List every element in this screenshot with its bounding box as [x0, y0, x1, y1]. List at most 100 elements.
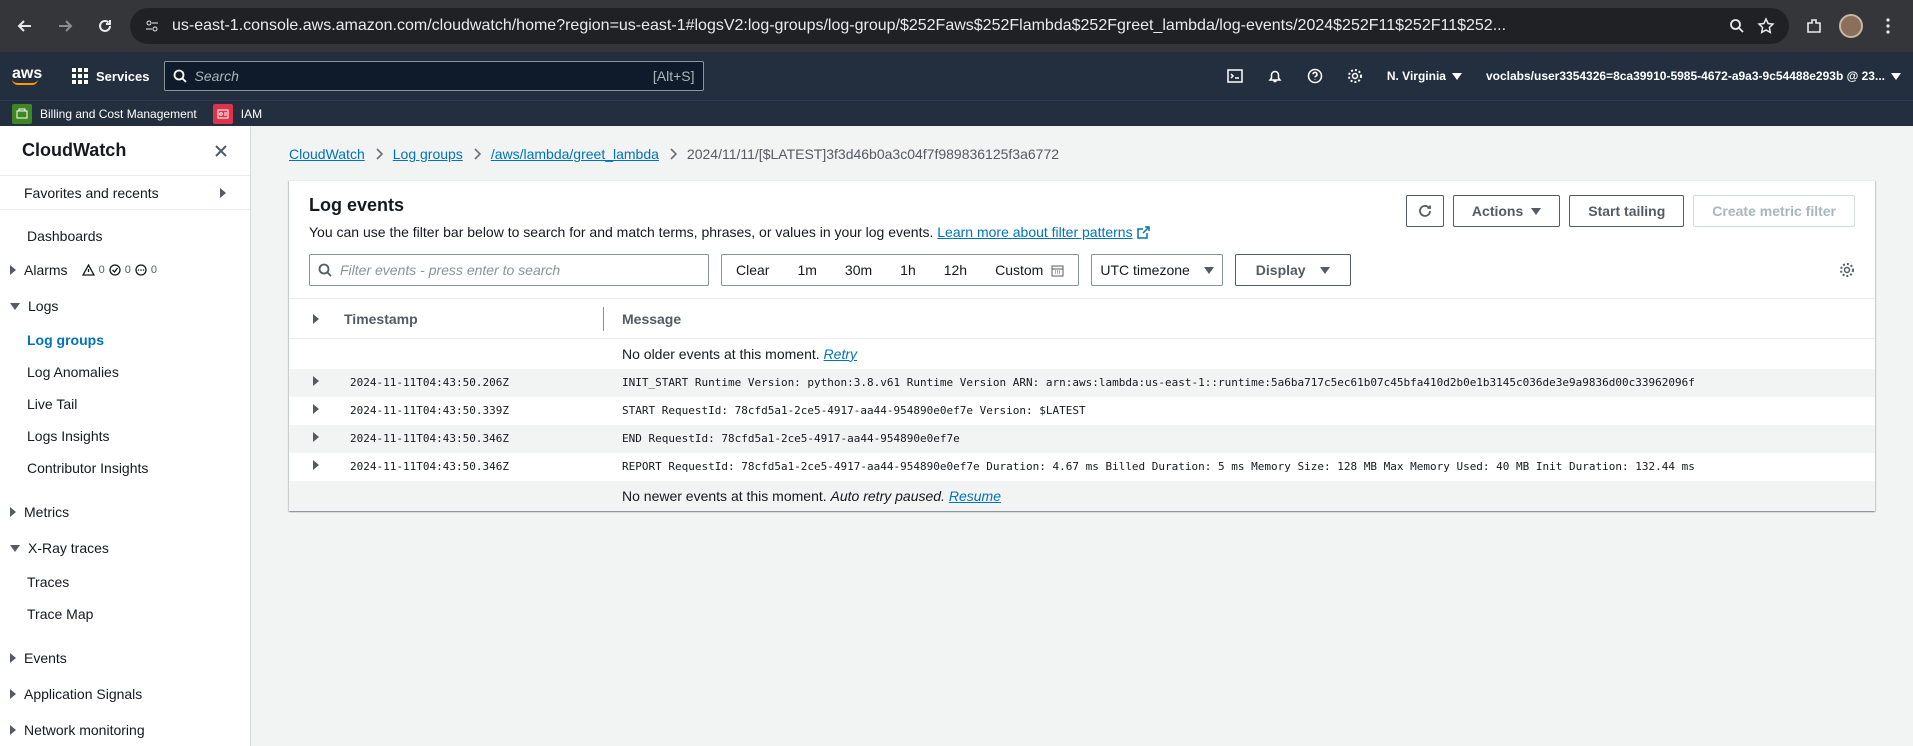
- time-1m-button[interactable]: 1m: [783, 255, 830, 285]
- expand-all-toggle[interactable]: [289, 298, 344, 339]
- sidebar-item-trace-map[interactable]: Trace Map: [0, 598, 250, 630]
- profile-avatar[interactable]: [1839, 14, 1863, 38]
- alarm-ok-icon: [109, 264, 121, 276]
- favorite-billing[interactable]: Billing and Cost Management: [12, 103, 197, 124]
- learn-more-text: Learn more about filter patterns: [937, 224, 1133, 240]
- site-info-icon[interactable]: [144, 18, 160, 34]
- auto-retry-text: Auto retry paused.: [830, 487, 945, 504]
- alarm-count-ok: 0: [124, 264, 131, 276]
- browser-toolbar: us-east-1.console.aws.amazon.com/cloudwa…: [0, 0, 1913, 52]
- browser-menu-icon[interactable]: [1873, 11, 1903, 41]
- refresh-button[interactable]: [1405, 195, 1444, 227]
- breadcrumb-log-groups[interactable]: Log groups: [393, 146, 463, 162]
- external-link-icon: [1136, 226, 1150, 239]
- table-settings-gear-icon[interactable]: [1839, 262, 1855, 278]
- sidebar-section-label: Events: [24, 650, 67, 666]
- sidebar-section-xray[interactable]: X-Ray traces: [0, 530, 250, 566]
- zoom-icon[interactable]: [1729, 18, 1745, 34]
- sidebar-section-network-monitoring[interactable]: Network monitoring: [0, 712, 250, 746]
- alarm-counts: 0 0 0: [81, 264, 157, 276]
- sidebar-section-metrics[interactable]: Metrics: [0, 494, 250, 530]
- time-12h-button[interactable]: 12h: [930, 255, 981, 285]
- chevron-right-icon: [375, 148, 383, 160]
- back-button[interactable]: [10, 11, 40, 41]
- sidebar-item-log-groups[interactable]: Log groups: [0, 324, 250, 356]
- sidebar-item-dashboards[interactable]: Dashboards: [0, 220, 250, 252]
- timezone-select[interactable]: UTC timezone: [1091, 254, 1223, 286]
- side-navigation: CloudWatch Favorites and recents Dashboa…: [0, 126, 251, 746]
- aws-logo[interactable]: aws: [12, 66, 54, 85]
- region-label: N. Virginia: [1386, 69, 1446, 83]
- event-message: END RequestId: 78cfd5a1-2ce5-4917-aa44-9…: [622, 432, 960, 445]
- start-tailing-button[interactable]: Start tailing: [1569, 195, 1685, 227]
- time-range-selector: Clear 1m 30m 1h 12h Custom: [721, 254, 1080, 286]
- chevron-down-icon: [1891, 72, 1901, 80]
- learn-more-link[interactable]: Learn more about filter patterns: [937, 224, 1132, 240]
- sidebar-item-traces[interactable]: Traces: [0, 566, 250, 598]
- filter-events-input[interactable]: Filter events - press enter to search: [309, 254, 709, 286]
- expand-row-icon[interactable]: [313, 432, 319, 442]
- extensions-icon[interactable]: [1799, 11, 1829, 41]
- column-header-timestamp[interactable]: Timestamp: [344, 298, 604, 339]
- breadcrumb-log-group[interactable]: /aws/lambda/greet_lambda: [491, 146, 659, 162]
- column-header-message[interactable]: Message: [604, 298, 1875, 339]
- services-menu[interactable]: Services: [72, 68, 150, 84]
- create-metric-filter-button[interactable]: Create metric filter: [1693, 195, 1855, 227]
- notifications-bell-icon[interactable]: [1267, 68, 1283, 84]
- resume-link[interactable]: Resume: [949, 488, 1001, 504]
- reload-button[interactable]: [90, 11, 120, 41]
- alarm-warning-icon: [81, 264, 95, 276]
- cloudshell-icon[interactable]: [1227, 68, 1243, 84]
- time-custom-button[interactable]: Custom: [981, 255, 1078, 285]
- account-label: voclabs/user3354326=8ca39910-5985-4672-a…: [1485, 69, 1885, 83]
- expand-row-icon[interactable]: [313, 404, 319, 414]
- account-menu[interactable]: voclabs/user3354326=8ca39910-5985-4672-a…: [1486, 69, 1901, 83]
- actions-dropdown[interactable]: Actions: [1452, 195, 1561, 227]
- table-row[interactable]: 2024-11-11T04:43:50.206Z INIT_START Runt…: [289, 368, 1875, 397]
- sidebar-item-logs-insights[interactable]: Logs Insights: [0, 420, 250, 452]
- sidebar-item-label: Contributor Insights: [27, 460, 149, 476]
- event-message: INIT_START Runtime Version: python:3.8.v…: [622, 376, 1695, 389]
- sidebar-item-live-tail[interactable]: Live Tail: [0, 388, 250, 420]
- settings-gear-icon[interactable]: [1347, 68, 1363, 84]
- retry-link[interactable]: Retry: [824, 346, 857, 362]
- expand-row-icon[interactable]: [313, 376, 319, 386]
- iam-icon: [212, 103, 233, 124]
- console-search[interactable]: Search [Alt+S]: [163, 61, 704, 91]
- sidebar-item-log-anomalies[interactable]: Log Anomalies: [0, 356, 250, 388]
- main-content: CloudWatch Log groups /aws/lambda/greet_…: [251, 126, 1913, 746]
- sidenav-title[interactable]: CloudWatch: [22, 140, 126, 161]
- table-row[interactable]: 2024-11-11T04:43:50.346Z REPORT RequestI…: [289, 452, 1875, 481]
- event-timestamp: 2024-11-11T04:43:50.346Z: [350, 432, 509, 445]
- event-timestamp: 2024-11-11T04:43:50.339Z: [350, 404, 509, 417]
- sidebar-section-application-signals[interactable]: Application Signals: [0, 676, 250, 712]
- help-icon[interactable]: [1307, 68, 1323, 84]
- bookmark-star-icon[interactable]: [1757, 17, 1775, 35]
- url-text[interactable]: us-east-1.console.aws.amazon.com/cloudwa…: [172, 17, 1717, 35]
- sidebar-section-logs[interactable]: Logs: [0, 288, 250, 324]
- expand-row-icon[interactable]: [313, 460, 319, 470]
- sidebar-item-contributor-insights[interactable]: Contributor Insights: [0, 452, 250, 484]
- region-selector[interactable]: N. Virginia: [1387, 69, 1462, 83]
- sidebar-item-label: Dashboards: [27, 228, 103, 244]
- display-dropdown[interactable]: Display: [1234, 254, 1351, 286]
- caret-right-icon: [220, 187, 226, 198]
- breadcrumb-current: 2024/11/11/[$LATEST]3f3d46b0a3c04f7f9898…: [686, 146, 1060, 162]
- close-icon[interactable]: [214, 144, 228, 158]
- sidebar-section-label: Metrics: [24, 504, 70, 520]
- favorites-and-recents[interactable]: Favorites and recents: [0, 176, 250, 210]
- sidebar-item-label: Logs Insights: [27, 428, 110, 444]
- sidebar-section-alarms[interactable]: Alarms 0 0 0: [0, 252, 250, 288]
- address-bar[interactable]: us-east-1.console.aws.amazon.com/cloudwa…: [130, 8, 1789, 44]
- time-clear-button[interactable]: Clear: [722, 255, 783, 285]
- favorite-iam[interactable]: IAM: [212, 103, 262, 124]
- table-row[interactable]: 2024-11-11T04:43:50.339Z START RequestId…: [289, 396, 1875, 425]
- forward-button[interactable]: [50, 11, 80, 41]
- table-row[interactable]: 2024-11-11T04:43:50.346Z END RequestId: …: [289, 424, 1875, 453]
- sidebar-section-events[interactable]: Events: [0, 640, 250, 676]
- time-1h-button[interactable]: 1h: [886, 255, 930, 285]
- breadcrumb-cloudwatch[interactable]: CloudWatch: [289, 146, 365, 162]
- time-30m-button[interactable]: 30m: [831, 255, 886, 285]
- start-tailing-label: Start tailing: [1588, 203, 1666, 219]
- log-events-table: Timestamp Message No older events at thi…: [289, 298, 1875, 511]
